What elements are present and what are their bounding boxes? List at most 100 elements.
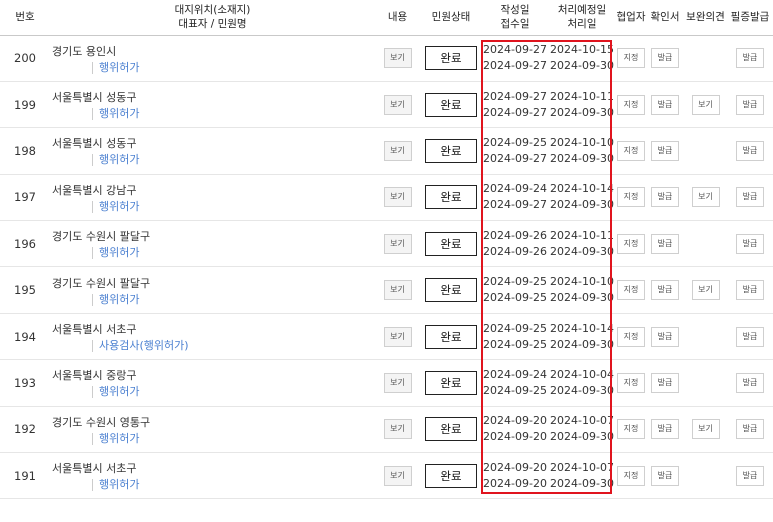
- confirm-issue-button[interactable]: 발급: [651, 372, 679, 393]
- location-name[interactable]: 서울특별시 서초구: [52, 321, 375, 337]
- confirm-issue-button[interactable]: 발급: [651, 140, 679, 161]
- partner-assign-button[interactable]: 지정: [617, 187, 645, 208]
- partner-assign-button[interactable]: 지정: [617, 419, 645, 440]
- content-view-button[interactable]: 보기: [383, 48, 412, 69]
- permit-type-link[interactable]: 행위허가: [92, 386, 375, 399]
- status-button[interactable]: 완료: [425, 185, 477, 210]
- location-name[interactable]: 서울특별시 성동구: [52, 89, 375, 105]
- permit-type-link[interactable]: 행위허가: [92, 154, 375, 167]
- permit-type-link[interactable]: 행위허가: [92, 247, 375, 260]
- supplement-view-button[interactable]: 보기: [691, 280, 720, 301]
- row-location[interactable]: 서울특별시 서초구 행위허가: [50, 453, 375, 499]
- status-button[interactable]: 완료: [425, 231, 477, 256]
- location-name[interactable]: 서울특별시 성동구: [52, 135, 375, 151]
- row-dates-written: 2024-09-25 2024-09-25: [482, 267, 548, 313]
- location-name[interactable]: 경기도 수원시 팔달구: [52, 275, 375, 291]
- supplement-view-button[interactable]: 보기: [691, 419, 720, 440]
- row-certificate: 발급: [727, 453, 773, 499]
- confirm-issue-button[interactable]: 발급: [651, 187, 679, 208]
- status-button[interactable]: 완료: [425, 417, 477, 442]
- row-location[interactable]: 서울특별시 강남구 행위허가: [50, 174, 375, 220]
- table-row[interactable]: 195 경기도 수원시 팔달구 행위허가 보기 완료 2024-09-25 20…: [0, 267, 773, 314]
- permit-type-link[interactable]: 행위허가: [92, 108, 375, 121]
- certificate-issue-button[interactable]: 발급: [736, 465, 764, 486]
- table-row[interactable]: 194 서울특별시 서초구 사용검사(행위허가) 보기 완료 2024-09-2…: [0, 313, 773, 360]
- certificate-issue-button[interactable]: 발급: [736, 280, 764, 301]
- status-button[interactable]: 완료: [425, 463, 477, 488]
- certificate-issue-button[interactable]: 발급: [736, 419, 764, 440]
- location-name[interactable]: 경기도 수원시 영통구: [52, 414, 375, 430]
- location-name[interactable]: 서울특별시 중랑구: [52, 367, 375, 383]
- partner-assign-button[interactable]: 지정: [617, 326, 645, 347]
- certificate-issue-button[interactable]: 발급: [736, 94, 764, 115]
- table-row[interactable]: 192 경기도 수원시 영통구 행위허가 보기 완료 2024-09-20 20…: [0, 406, 773, 453]
- content-view-button[interactable]: 보기: [383, 187, 412, 208]
- confirm-issue-button[interactable]: 발급: [651, 233, 679, 254]
- status-button[interactable]: 완료: [425, 138, 477, 163]
- status-button[interactable]: 완료: [425, 324, 477, 349]
- row-location[interactable]: 서울특별시 중랑구 행위허가: [50, 360, 375, 406]
- row-location[interactable]: 서울특별시 서초구 사용검사(행위허가): [50, 313, 375, 359]
- content-view-button[interactable]: 보기: [383, 233, 412, 254]
- permit-type-link[interactable]: 행위허가: [92, 200, 375, 213]
- certificate-issue-button[interactable]: 발급: [736, 48, 764, 69]
- row-location[interactable]: 서울특별시 성동구 행위허가: [50, 81, 375, 127]
- content-view-button[interactable]: 보기: [383, 140, 412, 161]
- certificate-issue-button[interactable]: 발급: [736, 187, 764, 208]
- supplement-view-button[interactable]: 보기: [691, 187, 720, 208]
- table-row[interactable]: 198 서울특별시 성동구 행위허가 보기 완료 2024-09-25 2024…: [0, 128, 773, 175]
- confirm-issue-button[interactable]: 발급: [651, 94, 679, 115]
- content-view-button[interactable]: 보기: [383, 94, 412, 115]
- row-dates-due: 2024-10-14 2024-09-30: [548, 313, 616, 359]
- certificate-issue-button[interactable]: 발급: [736, 372, 764, 393]
- content-view-button[interactable]: 보기: [383, 326, 412, 347]
- row-location[interactable]: 경기도 수원시 팔달구 행위허가: [50, 221, 375, 267]
- partner-assign-button[interactable]: 지정: [617, 280, 645, 301]
- location-name[interactable]: 경기도 용인시: [52, 43, 375, 59]
- confirm-issue-button[interactable]: 발급: [651, 465, 679, 486]
- partner-assign-button[interactable]: 지정: [617, 140, 645, 161]
- confirm-issue-button[interactable]: 발급: [651, 280, 679, 301]
- row-location[interactable]: 서울특별시 성동구 행위허가: [50, 128, 375, 174]
- row-dates-due: 2024-10-04 2024-09-30: [548, 360, 616, 406]
- partner-assign-button[interactable]: 지정: [617, 48, 645, 69]
- location-name[interactable]: 서울특별시 강남구: [52, 182, 375, 198]
- supplement-view-button[interactable]: 보기: [691, 94, 720, 115]
- status-button[interactable]: 완료: [425, 370, 477, 395]
- table-row[interactable]: 196 경기도 수원시 팔달구 행위허가 보기 완료 2024-09-26 20…: [0, 221, 773, 267]
- certificate-issue-button[interactable]: 발급: [736, 140, 764, 161]
- permit-type-link[interactable]: 행위허가: [92, 432, 375, 445]
- permit-type-link[interactable]: 행위허가: [92, 61, 375, 74]
- status-button[interactable]: 완료: [425, 92, 477, 117]
- table-row[interactable]: 191 서울특별시 서초구 행위허가 보기 완료 2024-09-20 2024…: [0, 453, 773, 499]
- table-row[interactable]: 199 서울특별시 성동구 행위허가 보기 완료 2024-09-27 2024…: [0, 81, 773, 128]
- permit-type-link[interactable]: 행위허가: [92, 479, 375, 492]
- status-button[interactable]: 완료: [425, 278, 477, 303]
- content-view-button[interactable]: 보기: [383, 465, 412, 486]
- location-name[interactable]: 서울특별시 서초구: [52, 460, 375, 476]
- certificate-issue-button[interactable]: 발급: [736, 326, 764, 347]
- table-row[interactable]: 193 서울특별시 중랑구 행위허가 보기 완료 2024-09-24 2024…: [0, 360, 773, 407]
- row-dates-due: 2024-10-15 2024-09-30: [548, 35, 616, 81]
- partner-assign-button[interactable]: 지정: [617, 94, 645, 115]
- row-location[interactable]: 경기도 수원시 영통구 행위허가: [50, 406, 375, 452]
- permit-type-link[interactable]: 행위허가: [92, 293, 375, 306]
- status-button[interactable]: 완료: [425, 46, 477, 71]
- partner-assign-button[interactable]: 지정: [617, 233, 645, 254]
- permit-type-link[interactable]: 사용검사(행위허가): [92, 340, 375, 353]
- table-row[interactable]: 197 서울특별시 강남구 행위허가 보기 완료 2024-09-24 2024…: [0, 174, 773, 221]
- content-view-button[interactable]: 보기: [383, 372, 412, 393]
- partner-assign-button[interactable]: 지정: [617, 465, 645, 486]
- row-supplement: [684, 128, 727, 174]
- content-view-button[interactable]: 보기: [383, 280, 412, 301]
- content-view-button[interactable]: 보기: [383, 419, 412, 440]
- confirm-issue-button[interactable]: 발급: [651, 48, 679, 69]
- location-name[interactable]: 경기도 수원시 팔달구: [52, 228, 375, 244]
- partner-assign-button[interactable]: 지정: [617, 372, 645, 393]
- confirm-issue-button[interactable]: 발급: [651, 326, 679, 347]
- confirm-issue-button[interactable]: 발급: [651, 419, 679, 440]
- certificate-issue-button[interactable]: 발급: [736, 233, 764, 254]
- table-row[interactable]: 200 경기도 용인시 행위허가 보기 완료 2024-09-27 2024-0…: [0, 35, 773, 82]
- row-location[interactable]: 경기도 용인시 행위허가: [50, 35, 375, 81]
- row-location[interactable]: 경기도 수원시 팔달구 행위허가: [50, 267, 375, 313]
